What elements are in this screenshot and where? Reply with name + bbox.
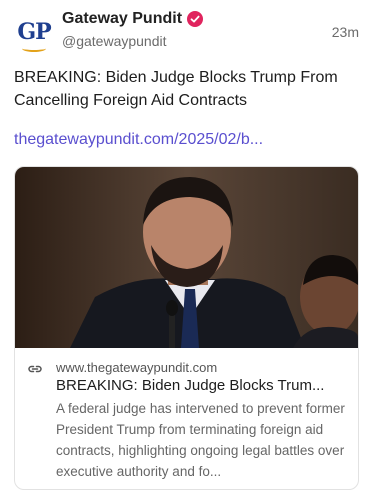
card-body[interactable]: www.thegatewaypundit.com BREAKING: Biden… xyxy=(15,348,358,489)
link-icon xyxy=(28,365,42,373)
card-photo xyxy=(15,167,358,348)
post-timestamp[interactable]: 23m xyxy=(332,24,359,40)
card-domain: www.thegatewaypundit.com xyxy=(56,360,218,375)
author-handle[interactable]: @gatewaypundit xyxy=(62,33,167,49)
post-link[interactable]: thegatewaypundit.com/2025/02/b... xyxy=(14,131,263,149)
card-thumbnail-image[interactable] xyxy=(15,167,358,348)
avatar[interactable]: GP xyxy=(14,12,54,52)
author-name-row: Gateway Pundit xyxy=(62,10,204,28)
post-text: BREAKING: Biden Judge Blocks Trump From … xyxy=(14,69,338,109)
avatar-logo-text: GP xyxy=(17,19,51,45)
post[interactable]: GP Gateway Pundit @gatewaypundit 23m BRE… xyxy=(0,0,373,500)
avatar-swoosh xyxy=(22,45,46,52)
verified-badge-icon xyxy=(187,11,204,27)
link-preview-card[interactable]: www.thegatewaypundit.com BREAKING: Biden… xyxy=(14,166,359,490)
card-title[interactable]: BREAKING: Biden Judge Blocks Trum... xyxy=(56,377,348,394)
card-description: A federal judge has intervened to preven… xyxy=(56,401,345,479)
author-display-name[interactable]: Gateway Pundit xyxy=(62,10,182,28)
